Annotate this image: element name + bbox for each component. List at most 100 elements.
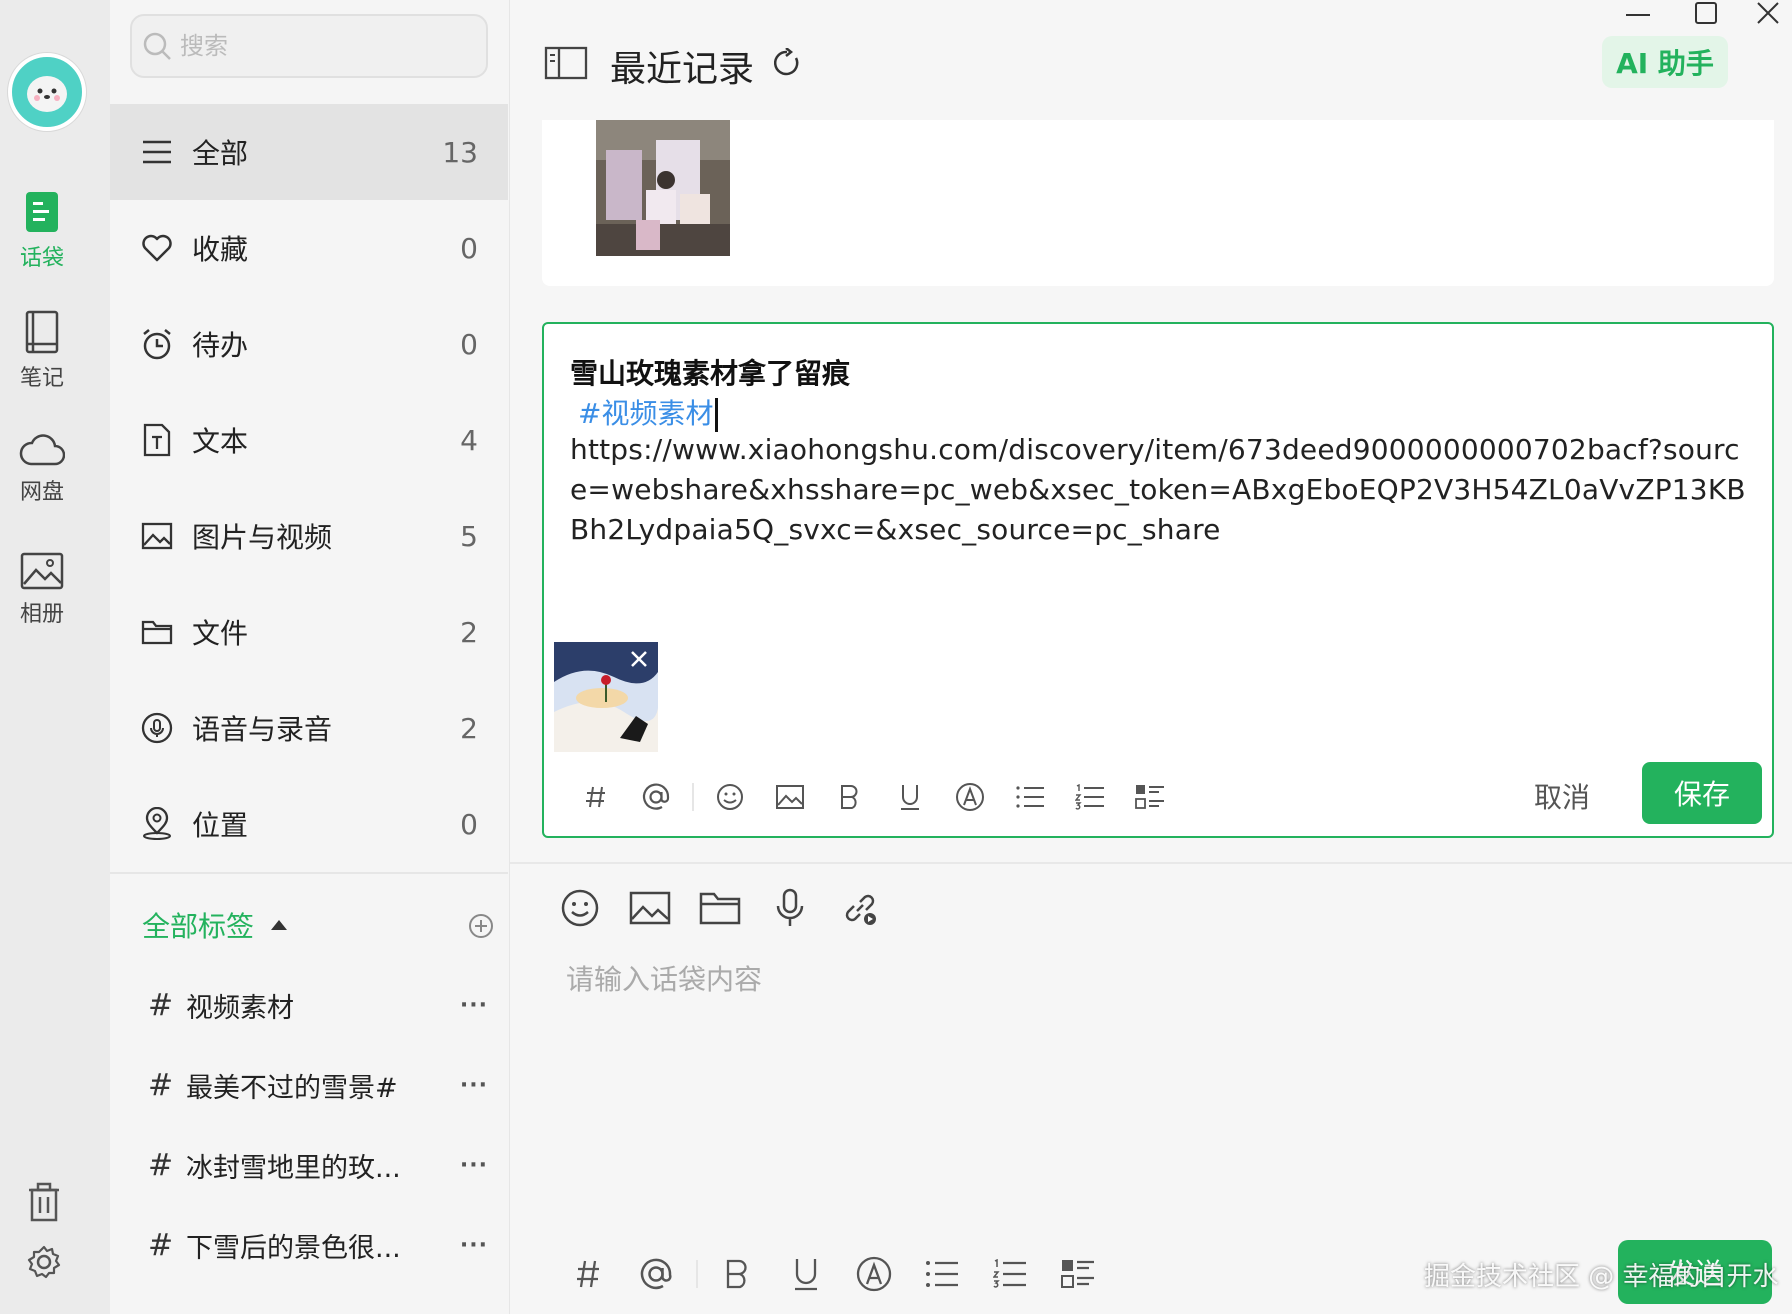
more-icon[interactable]: ··· [460, 1233, 488, 1258]
tag-item[interactable]: # 下雪后的景色很... ··· [148, 1215, 488, 1275]
more-icon[interactable]: ··· [460, 1073, 488, 1098]
underline-button[interactable] [880, 772, 940, 822]
category-count: 5 [460, 519, 478, 553]
avatar[interactable] [8, 53, 86, 131]
checklist-button[interactable] [1044, 1244, 1112, 1304]
bold-icon [841, 785, 858, 809]
category-label: 图片与视频 [192, 521, 333, 554]
category-count: 2 [460, 711, 478, 745]
remove-image-button[interactable] [626, 646, 652, 672]
hashtag-icon [586, 786, 605, 808]
image-icon [629, 891, 671, 925]
rail-item-label: 话袋 [19, 246, 64, 271]
rail-item-notes[interactable]: 笔记 [0, 310, 84, 392]
hash-icon: # [148, 1227, 174, 1263]
hashtag-button[interactable] [566, 772, 626, 822]
category-files[interactable]: 文件 2 [110, 584, 508, 680]
compose-format-toolbar [554, 1244, 1112, 1304]
image-icon [140, 519, 174, 553]
highlight-button[interactable] [940, 772, 1000, 822]
trash-button[interactable] [26, 1182, 62, 1222]
bullet-list-button[interactable] [1000, 772, 1060, 822]
ai-assistant-button[interactable]: AI 助手 [1602, 36, 1728, 88]
at-icon [640, 1258, 672, 1290]
record-tag-label[interactable]: #视频素材 [578, 397, 713, 430]
refresh-button[interactable] [772, 48, 802, 78]
highlight-circle-icon [956, 783, 984, 811]
search-input[interactable] [180, 32, 480, 60]
search-box[interactable] [130, 14, 488, 78]
hash-icon: # [148, 1067, 174, 1103]
compose-input[interactable] [566, 958, 1746, 1158]
bullet-list-button[interactable] [908, 1244, 976, 1304]
rail-item-album[interactable]: 相册 [0, 552, 84, 628]
category-count: 0 [460, 807, 478, 841]
more-icon[interactable]: ··· [460, 993, 488, 1018]
bullet-list-icon [926, 1261, 958, 1287]
category-location[interactable]: 位置 0 [110, 776, 508, 872]
bullet-list-icon [1016, 786, 1044, 808]
folder-icon [140, 615, 174, 649]
app-rail: 话袋 笔记 网盘 相册 [0, 0, 110, 1314]
bold-button[interactable] [820, 772, 880, 822]
minimize-button[interactable] [1608, 0, 1668, 30]
category-media[interactable]: 图片与视频 5 [110, 488, 508, 584]
tags-header-toggle[interactable]: 全部标签 [142, 905, 288, 945]
mention-button[interactable] [622, 1244, 690, 1304]
more-icon[interactable]: ··· [460, 1153, 488, 1178]
mic-icon [140, 711, 174, 745]
hashtag-button[interactable] [554, 1244, 622, 1304]
tag-item[interactable]: # 视频素材 ··· [148, 975, 488, 1035]
add-tag-button[interactable] [468, 913, 494, 939]
category-todo[interactable]: 待办 0 [110, 296, 508, 392]
location-icon [140, 807, 174, 841]
rail-item-bag[interactable]: 话袋 [0, 190, 84, 272]
category-label: 语音与录音 [192, 713, 333, 746]
numbered-list-button[interactable] [976, 1244, 1044, 1304]
editor-toolbar [566, 772, 1180, 822]
notebook-icon [25, 310, 59, 354]
bold-button[interactable] [704, 1244, 772, 1304]
record-image-thumbnail[interactable] [596, 120, 730, 256]
close-window-button[interactable] [1744, 0, 1792, 26]
checklist-button[interactable] [1120, 772, 1180, 822]
category-all[interactable]: 全部 13 [110, 104, 508, 200]
record-card[interactable] [542, 120, 1774, 286]
record-url-text[interactable]: https://www.xiaohongshu.com/discovery/it… [570, 430, 1756, 550]
record-voice-button[interactable] [766, 884, 814, 932]
maximize-button[interactable] [1676, 0, 1736, 26]
record-tag-link[interactable]: #视频素材 [578, 392, 719, 432]
record-title[interactable]: 雪山玫瑰素材拿了留痕 [570, 352, 850, 392]
numbered-list-button[interactable] [1060, 772, 1120, 822]
header: 最近记录 AI 助手 [510, 0, 1792, 120]
insert-image-button[interactable] [626, 884, 674, 932]
underline-button[interactable] [772, 1244, 840, 1304]
settings-button[interactable] [26, 1244, 62, 1280]
insert-image-button[interactable] [760, 772, 820, 822]
highlight-button[interactable] [840, 1244, 908, 1304]
cloud-icon [19, 434, 65, 466]
bag-icon [26, 192, 58, 232]
insert-file-button[interactable] [696, 884, 744, 932]
tag-item[interactable]: # 最美不过的雪景# ··· [148, 1055, 488, 1115]
rail-item-cloud[interactable]: 网盘 [0, 432, 84, 506]
category-text[interactable]: 文本 4 [110, 392, 508, 488]
emoji-button[interactable] [700, 772, 760, 822]
tag-item[interactable]: # 冰封雪地里的玫... ··· [148, 1135, 488, 1195]
cancel-button[interactable]: 取消 [1534, 776, 1590, 816]
at-icon [642, 783, 670, 810]
mention-button[interactable] [626, 772, 686, 822]
underline-icon [795, 1259, 817, 1291]
emoji-button[interactable] [556, 884, 604, 932]
save-button[interactable]: 保存 [1642, 762, 1762, 824]
toggle-sidebar-button[interactable] [544, 46, 588, 80]
category-favorites[interactable]: 收藏 0 [110, 200, 508, 296]
insert-link-button[interactable] [836, 884, 884, 932]
toolbar-separator [692, 783, 694, 811]
alarm-icon [140, 327, 174, 361]
edit-record-card[interactable]: 雪山玫瑰素材拿了留痕 #视频素材 https://www.xiaohongshu… [542, 322, 1774, 838]
category-voice[interactable]: 语音与录音 2 [110, 680, 508, 776]
bold-icon [726, 1259, 747, 1289]
text-file-icon [140, 423, 174, 457]
plus-circle-icon [469, 914, 493, 938]
